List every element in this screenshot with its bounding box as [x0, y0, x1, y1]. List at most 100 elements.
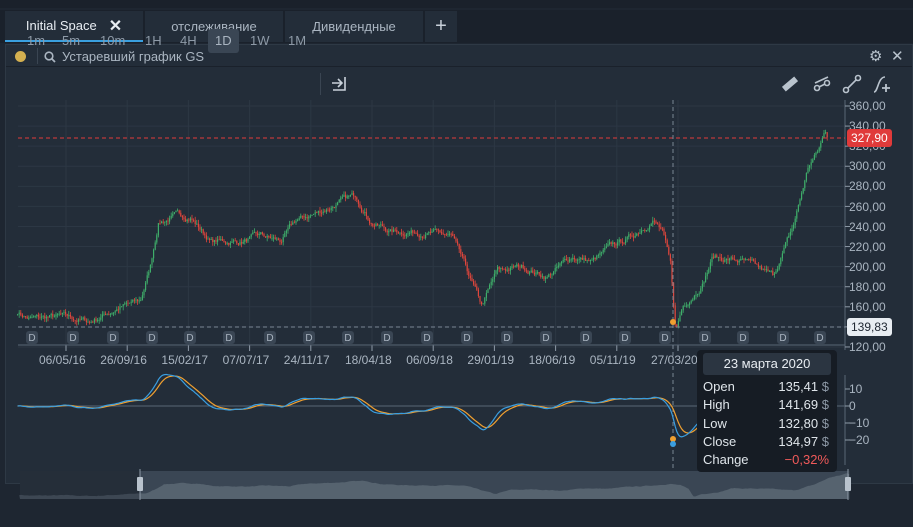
candle	[349, 194, 351, 196]
candle	[415, 232, 417, 234]
candle	[189, 218, 191, 221]
dividend-marker-label: D	[266, 333, 273, 344]
candle	[524, 268, 526, 271]
candle	[61, 312, 63, 315]
candle	[562, 259, 564, 262]
candle	[188, 219, 190, 221]
candle	[767, 269, 769, 272]
candle	[485, 292, 487, 298]
dividend-marker-label: D	[661, 333, 668, 344]
candle	[572, 257, 574, 260]
candle	[655, 221, 657, 224]
candle	[317, 210, 319, 213]
tooltip-value: −0,32%	[784, 452, 829, 467]
candle	[389, 229, 391, 232]
candle	[90, 321, 92, 323]
candle	[224, 242, 227, 244]
candle	[455, 238, 457, 242]
candle	[661, 228, 663, 230]
candle	[791, 228, 793, 232]
candle	[296, 220, 299, 221]
candle	[757, 264, 759, 267]
navigator-handle[interactable]	[845, 477, 851, 491]
candle	[197, 223, 199, 228]
candle	[357, 199, 359, 204]
candle	[448, 233, 451, 235]
candle	[252, 232, 254, 235]
candle	[824, 132, 827, 134]
candle	[34, 316, 36, 317]
candle	[95, 319, 97, 321]
candle	[656, 223, 659, 225]
candle	[402, 234, 404, 236]
candle	[367, 215, 369, 220]
navigator-handle[interactable]	[137, 477, 143, 491]
candle	[348, 195, 350, 197]
candle	[527, 271, 529, 274]
candle	[308, 216, 310, 219]
candle	[140, 300, 142, 301]
candle	[724, 260, 726, 262]
candle	[284, 232, 286, 238]
candle	[354, 195, 356, 198]
candle	[581, 257, 583, 260]
candle	[725, 258, 727, 261]
candle	[82, 317, 84, 319]
candle	[343, 194, 345, 197]
candle	[100, 317, 102, 320]
price-tick-label: 220,00	[849, 239, 886, 254]
candle	[319, 210, 321, 213]
candle	[416, 233, 419, 236]
candle	[104, 313, 107, 315]
dividend-marker-label: D	[305, 333, 312, 344]
candle	[762, 268, 764, 270]
candle	[666, 240, 668, 248]
candle	[812, 159, 814, 163]
candle	[88, 321, 91, 323]
dividend-marker-label: D	[621, 333, 628, 344]
candle	[295, 220, 297, 223]
candle	[615, 244, 617, 246]
candle	[591, 259, 593, 261]
candle	[37, 314, 39, 317]
candle	[226, 242, 228, 244]
candle	[66, 313, 68, 316]
candle	[20, 312, 22, 315]
candle	[786, 237, 788, 243]
candle	[260, 232, 262, 234]
candle	[144, 282, 147, 291]
candle	[642, 230, 644, 231]
candle	[496, 267, 499, 271]
candle	[392, 229, 395, 232]
tooltip-label: Change	[703, 452, 749, 467]
candle	[356, 197, 358, 200]
candle	[797, 204, 799, 212]
candle	[68, 314, 70, 316]
candle	[618, 239, 620, 243]
candle	[276, 238, 278, 240]
candle	[720, 257, 723, 261]
candle	[47, 317, 49, 319]
candle	[479, 295, 481, 302]
dividend-marker-label: D	[186, 333, 193, 344]
value-text: 132,80	[778, 415, 819, 431]
candle	[733, 259, 735, 260]
candle	[748, 259, 750, 261]
candle	[106, 314, 108, 316]
candle	[408, 233, 411, 234]
candle	[322, 211, 324, 213]
candle	[754, 260, 756, 264]
candle	[671, 260, 673, 283]
candle	[180, 212, 182, 217]
candle	[703, 282, 705, 284]
candle	[804, 180, 806, 189]
candle	[149, 264, 151, 273]
candle	[594, 257, 596, 259]
candle	[316, 212, 318, 214]
candle	[528, 272, 531, 274]
candle	[207, 238, 209, 240]
date-tick-label: 07/07/17	[222, 353, 270, 367]
candle	[503, 268, 505, 270]
candle	[50, 314, 52, 316]
candle	[117, 309, 119, 311]
